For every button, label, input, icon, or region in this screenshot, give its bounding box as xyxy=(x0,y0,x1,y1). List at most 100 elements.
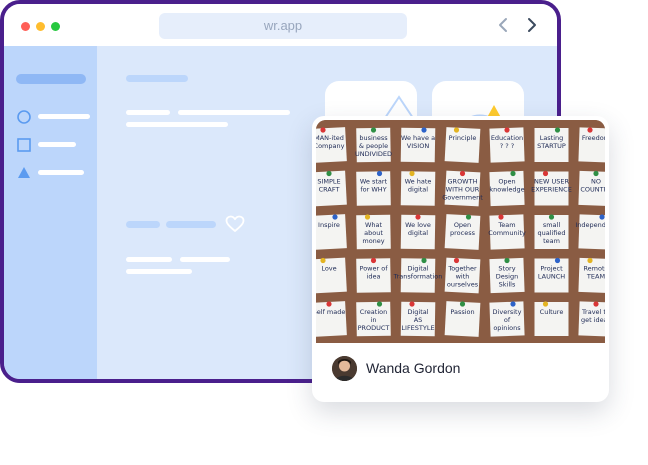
sticky-note: Freedom xyxy=(578,127,605,163)
sticky-note: Culture xyxy=(534,301,569,336)
sticky-note-text: Open xyxy=(454,221,471,229)
sticky-note-text: with xyxy=(456,273,470,281)
sticky-note-text: in xyxy=(371,316,377,324)
sidebar-item-circle[interactable] xyxy=(14,108,94,126)
sticky-note-text: GROWTH xyxy=(448,178,478,186)
sticky-note: SIMPLECRAFT xyxy=(316,170,347,207)
sticky-note-text: Remote xyxy=(583,265,605,273)
sticky-note-text: digital xyxy=(408,186,428,194)
author-name[interactable]: Wanda Gordon xyxy=(366,360,460,376)
push-pin xyxy=(415,214,421,220)
tag-placeholder xyxy=(166,221,216,228)
triangle-icon xyxy=(18,167,30,178)
sticky-note-text: team xyxy=(543,237,560,245)
sticky-note: We lovedigital xyxy=(400,214,436,250)
maximize-window-button[interactable] xyxy=(51,22,60,31)
sticky-note-text: LAUNCH xyxy=(538,273,565,281)
sticky-note: We hatedigital xyxy=(400,170,436,206)
push-pin xyxy=(599,214,605,220)
sticky-note: Love xyxy=(316,257,347,294)
sticky-note-text: about xyxy=(364,229,383,237)
push-pin xyxy=(510,170,516,177)
sticky-note: smallqualifiedteam xyxy=(534,214,569,249)
sticky-note: CreationinPRODUCT xyxy=(356,301,391,337)
sticky-note-text: business xyxy=(359,134,388,142)
push-pin xyxy=(459,170,466,177)
sticky-note-text: We start xyxy=(360,178,388,186)
sticky-note: We have aVISION xyxy=(400,127,436,163)
avatar[interactable] xyxy=(332,356,357,381)
address-bar[interactable]: wr.app xyxy=(159,13,407,39)
person-icon xyxy=(332,356,357,381)
sticky-note-text: small xyxy=(543,221,561,229)
sticky-note-text: Digital xyxy=(407,265,428,273)
sticky-note: MAN-itedCompany xyxy=(316,127,347,163)
sticky-note: Openknowledge xyxy=(489,170,525,207)
photo-card[interactable]: MAN-ited Company business & people UNDIVIDED… xyxy=(312,116,609,402)
sticky-note-text: Freedom xyxy=(582,134,605,142)
sticky-note-text: Community xyxy=(488,229,526,237)
sticky-note-text: Travel to xyxy=(581,308,605,316)
push-pin xyxy=(587,257,593,264)
push-pin xyxy=(326,301,332,307)
minimize-window-button[interactable] xyxy=(36,22,45,31)
photo: MAN-ited Company business & people UNDIVIDED… xyxy=(316,120,605,343)
sticky-note: NEW USEREXPERIENCE xyxy=(531,170,572,206)
sticky-note-text: Creation xyxy=(360,308,388,316)
close-window-button[interactable] xyxy=(21,22,30,31)
sticky-note: We startfor WHY xyxy=(356,170,391,206)
push-pin xyxy=(459,301,466,307)
sticky-note-text: Culture xyxy=(540,308,564,316)
sticky-note-text: Design xyxy=(496,273,518,281)
push-pin xyxy=(548,214,555,220)
sticky-note-text: Lasting xyxy=(540,134,564,142)
cork-board-illustration: MAN-itedCompany business& peopleUNDIVIDED… xyxy=(316,120,605,343)
sticky-note-text: Power of xyxy=(360,265,389,273)
sticky-note: Self made xyxy=(316,301,347,337)
sticky-note-text: & people xyxy=(359,142,388,150)
content-title-placeholder xyxy=(126,75,188,82)
sticky-note-text: UNDIVIDED xyxy=(355,150,392,158)
sticky-note: Diversityofopinions xyxy=(489,301,525,337)
push-pin xyxy=(453,257,460,264)
push-pin xyxy=(421,127,427,133)
sidebar-item-square[interactable] xyxy=(14,136,94,154)
sticky-note: Togetherwithourselves xyxy=(444,257,481,294)
text-line-placeholder xyxy=(126,110,170,115)
sticky-note: Independent xyxy=(575,214,605,250)
sticky-note-text: MAN-ited xyxy=(316,134,344,142)
circle-icon xyxy=(17,110,31,124)
sticky-note-text: Team xyxy=(497,221,515,229)
push-pin xyxy=(409,301,415,307)
push-pin xyxy=(504,127,510,133)
sticky-note: RemoteTEAM xyxy=(578,257,605,294)
sidebar-item-triangle[interactable] xyxy=(14,164,94,182)
tag-placeholder xyxy=(126,221,160,228)
text-line-placeholder xyxy=(126,257,172,262)
push-pin xyxy=(554,127,561,133)
heart-icon xyxy=(225,215,245,232)
sticky-note-text: Together xyxy=(447,265,477,273)
sticky-note-text: digital xyxy=(408,229,428,237)
sticky-note-text: Skills xyxy=(499,281,516,289)
sticky-note-text: We hate xyxy=(405,178,432,186)
text-line-placeholder xyxy=(126,269,192,274)
forward-button[interactable] xyxy=(522,13,540,37)
sticky-note-text: EXPERIENCE xyxy=(531,186,572,194)
push-pin xyxy=(465,214,472,220)
sticky-note-text: Transformation xyxy=(393,273,443,281)
sticky-note-text: NEW USER xyxy=(534,178,569,186)
sticky-note-text: Inspire xyxy=(318,221,340,229)
sticky-note: Openprocess xyxy=(444,214,481,250)
back-button[interactable] xyxy=(495,13,513,37)
sticky-note-text: SIMPLE xyxy=(317,178,340,186)
sticky-note-text: of xyxy=(504,316,511,324)
sticky-note-text: Project xyxy=(540,265,563,273)
sticky-note-text: CRAFT xyxy=(319,186,340,194)
title-bar: wr.app xyxy=(4,4,557,46)
sticky-note: Inspire xyxy=(316,214,347,250)
like-button[interactable] xyxy=(225,215,245,233)
sticky-note-text: opinions xyxy=(493,324,521,332)
sticky-note-text: qualified xyxy=(537,229,565,237)
push-pin xyxy=(498,214,504,220)
